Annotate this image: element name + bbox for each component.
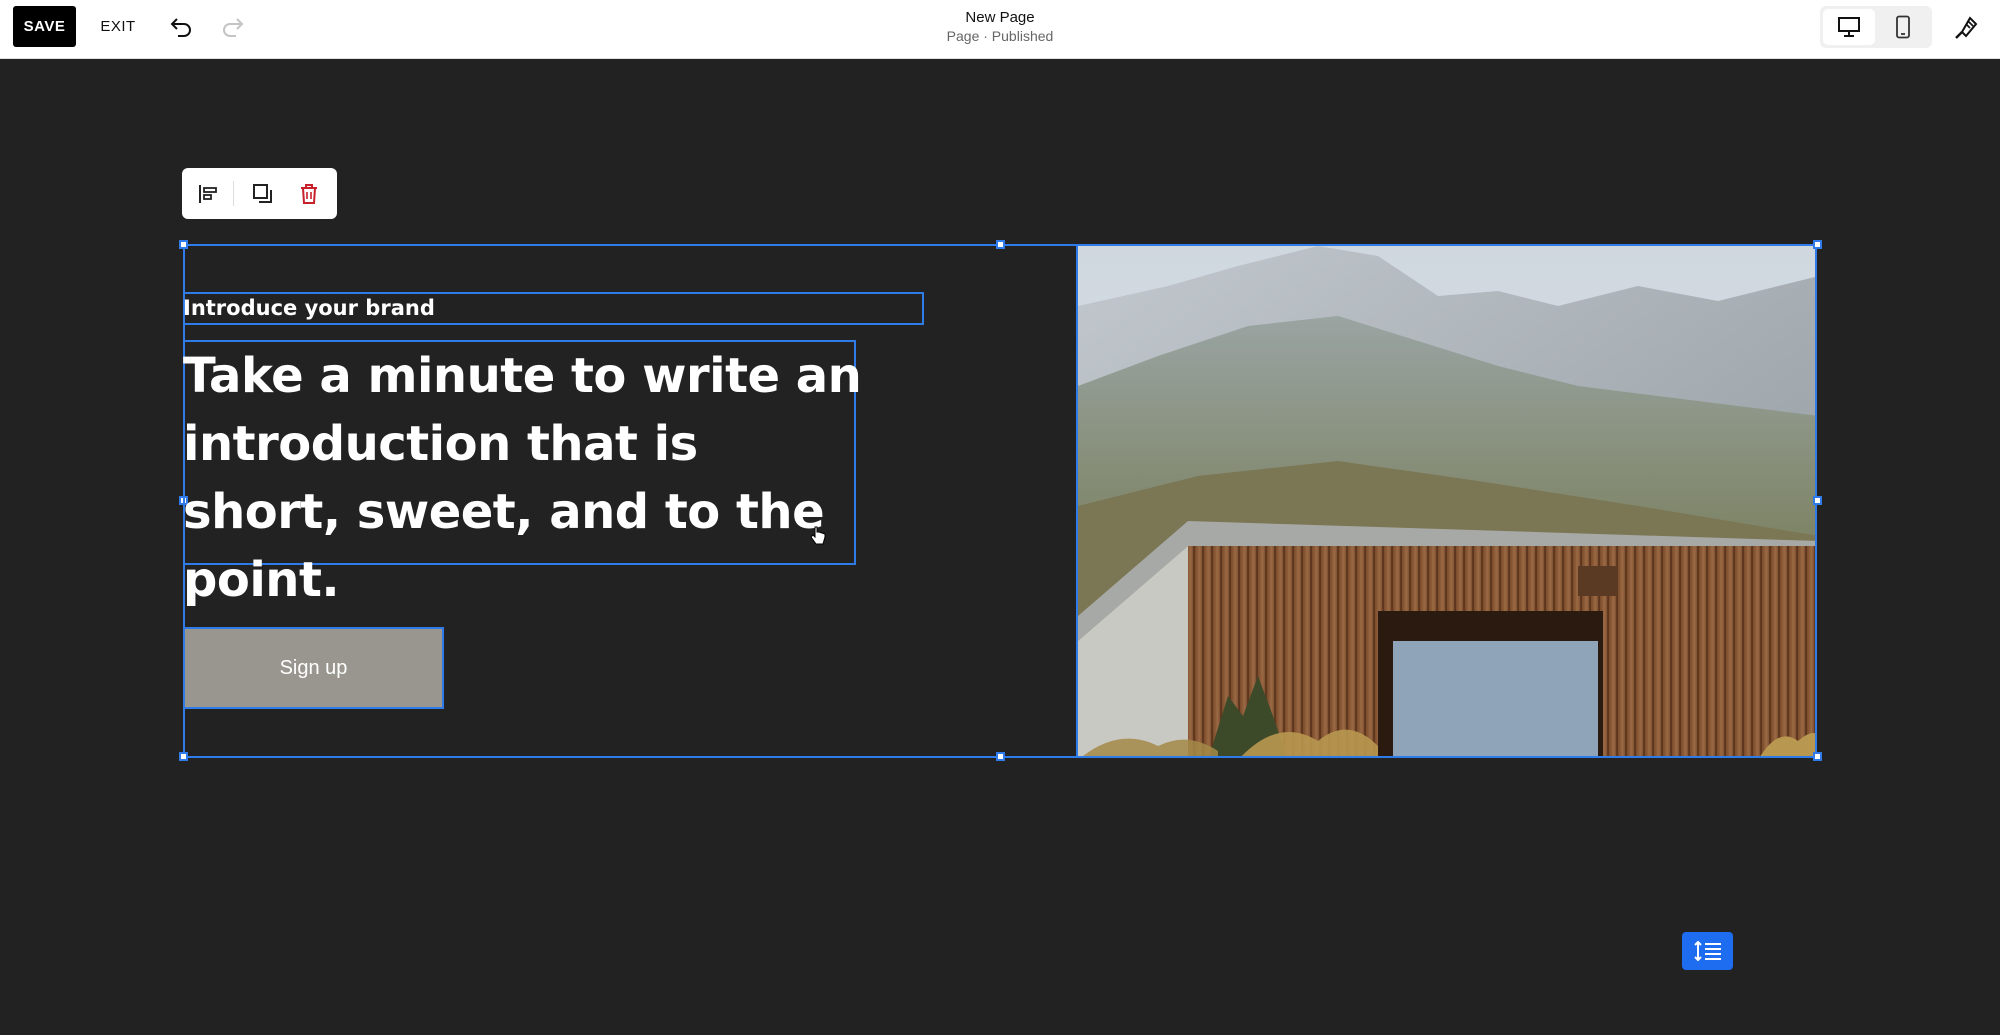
page-status: Page · Published <box>946 28 1054 44</box>
desktop-view-button[interactable] <box>1823 9 1875 45</box>
headline-text[interactable]: Take a minute to write an introduction t… <box>183 342 863 614</box>
undo-icon[interactable] <box>164 10 198 44</box>
resize-handle-middle-right[interactable] <box>1813 496 1822 505</box>
line-spacing-icon[interactable] <box>1682 932 1733 970</box>
sign-up-button[interactable]: Sign up <box>183 627 444 709</box>
resize-handle-bottom-right[interactable] <box>1813 752 1822 761</box>
save-button[interactable]: SAVE <box>13 6 76 47</box>
exit-button[interactable]: EXIT <box>92 10 144 43</box>
toolbar-divider <box>233 181 234 206</box>
resize-handle-top-center[interactable] <box>996 240 1005 249</box>
align-left-icon[interactable] <box>192 177 226 211</box>
page-name: New Page <box>965 9 1035 26</box>
resize-handle-top-left[interactable] <box>179 240 188 249</box>
mobile-view-button[interactable] <box>1877 9 1929 45</box>
mobile-icon <box>1896 15 1910 39</box>
paintbrush-icon[interactable] <box>1948 10 1984 46</box>
device-view-toggle <box>1820 6 1932 48</box>
desktop-icon <box>1838 17 1860 37</box>
resize-handle-bottom-left[interactable] <box>179 752 188 761</box>
block-toolbar <box>182 168 337 219</box>
page-info[interactable]: New Page Page · Published <box>850 8 1150 45</box>
redo-icon[interactable] <box>216 10 250 44</box>
hand-pointer-icon <box>810 526 826 551</box>
duplicate-icon[interactable] <box>246 177 280 211</box>
editor-top-bar: SAVE EXIT New Page Page · Published <box>0 0 2000 59</box>
trash-icon[interactable] <box>292 177 326 211</box>
resize-handle-top-right[interactable] <box>1813 240 1822 249</box>
eyebrow-text[interactable]: Introduce your brand <box>183 296 435 320</box>
resize-handle-bottom-center[interactable] <box>996 752 1005 761</box>
